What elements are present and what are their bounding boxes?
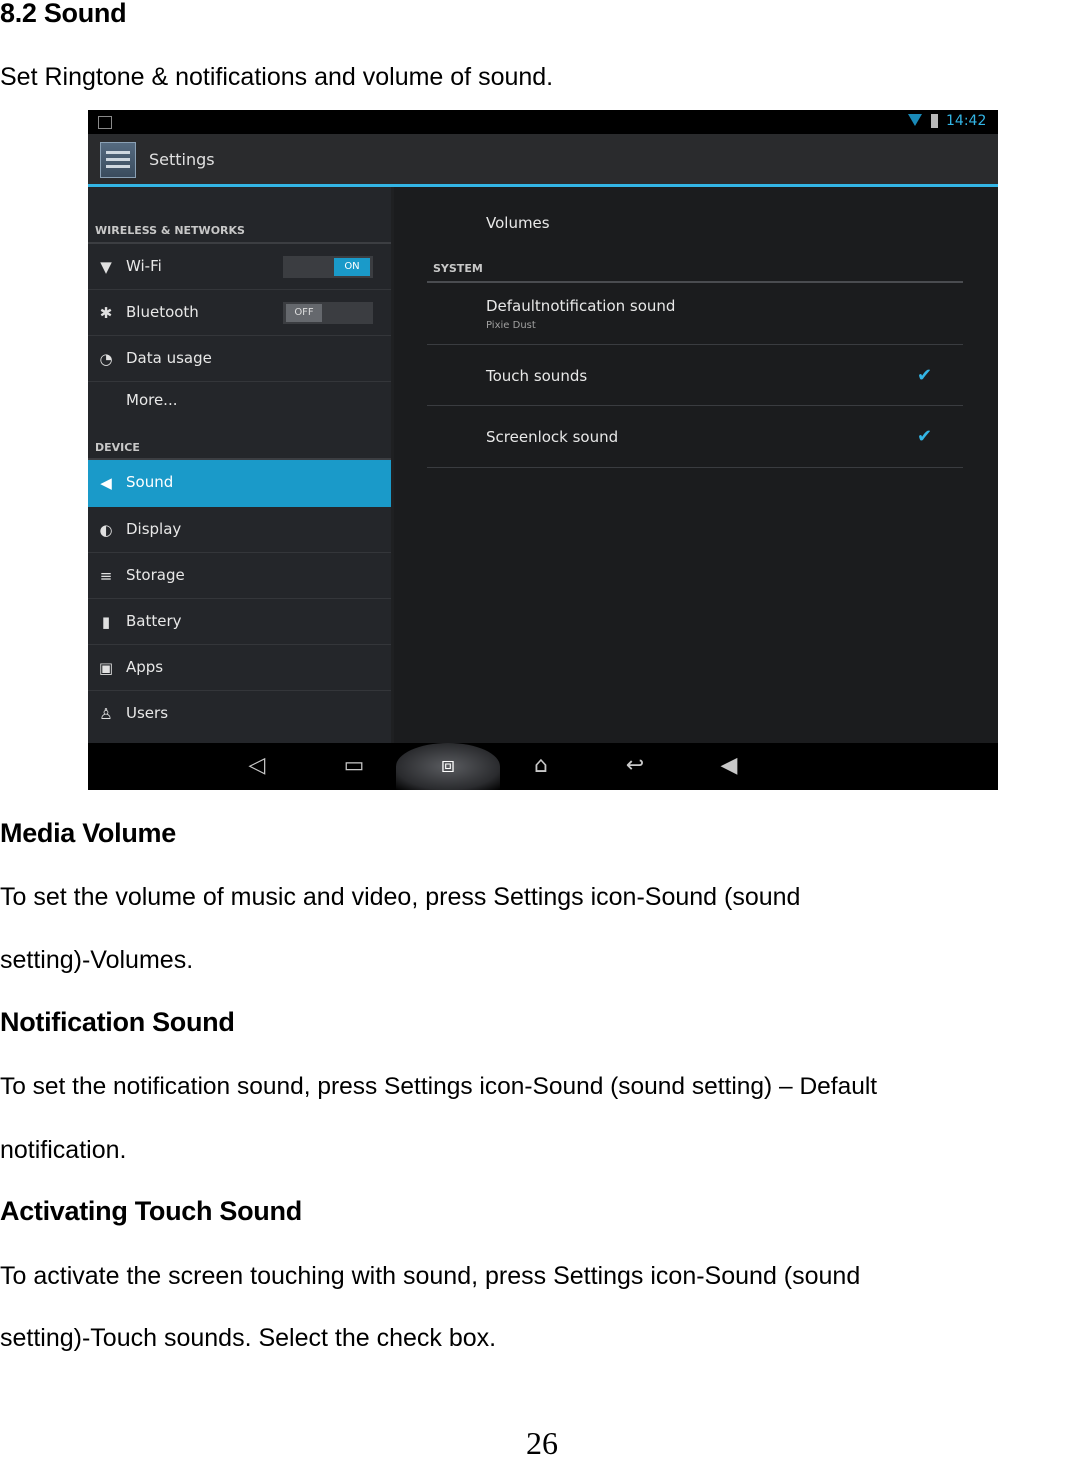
intro-text: Set Ringtone & notifications and volume … (0, 63, 554, 91)
section-title: 8.2 Sound (0, 0, 127, 28)
touch-sound-line-1: To activate the screen touching with sou… (0, 1262, 861, 1290)
menu-item-bluetooth[interactable]: ✱ Bluetooth OFF (88, 290, 391, 336)
volume-down-icon[interactable]: ◁ (241, 751, 273, 781)
apps-icon: ▣ (98, 659, 114, 677)
bluetooth-icon: ✱ (99, 304, 113, 322)
menu-item-apps[interactable]: ▣ Apps (88, 645, 391, 691)
sound-settings-pane: Volumes SYSTEM Defaultnotification sound… (394, 187, 998, 743)
action-bar: Settings (88, 134, 998, 184)
settings-app-icon[interactable] (100, 142, 136, 178)
media-volume-line-1: To set the volume of music and video, pr… (0, 883, 801, 911)
wifi-signal-icon (908, 114, 922, 126)
home-icon[interactable]: ⌂ (525, 751, 557, 781)
menu-label: Wi-Fi (126, 257, 162, 275)
display-icon: ◐ (99, 521, 113, 539)
menu-item-more[interactable]: More... (88, 382, 391, 418)
menu-label: Sound (126, 473, 174, 491)
media-volume-line-2: setting)-Volumes. (0, 946, 194, 974)
notification-icon (98, 116, 112, 129)
back-icon[interactable]: ↩ (619, 751, 651, 781)
menu-label: Display (126, 520, 182, 538)
menu-label: Data usage (126, 349, 212, 367)
menu-item-data-usage[interactable]: ◔ Data usage (88, 336, 391, 382)
notification-sound-line-2: notification. (0, 1136, 127, 1164)
category-divider (427, 281, 963, 283)
touch-sounds-item[interactable]: Touch sounds (486, 367, 587, 385)
settings-menu: WIRELESS & NETWORKS ▼ Wi-Fi ON ✱ Bluetoo… (88, 187, 391, 743)
default-notification-item[interactable]: Defaultnotification sound (486, 297, 675, 315)
default-notification-value: Pixie Dust (486, 320, 536, 331)
storage-icon: ≡ (99, 567, 113, 585)
speaker-icon: ◀ (100, 474, 112, 492)
menu-item-battery[interactable]: ▮ Battery (88, 599, 391, 645)
menu-label: Bluetooth (126, 303, 199, 321)
settings-screenshot: 14:42 Settings WIRELESS & NETWORKS ▼ Wi-… (88, 110, 998, 790)
bluetooth-toggle[interactable]: OFF (283, 302, 373, 324)
wifi-toggle[interactable]: ON (283, 256, 373, 278)
notification-sound-title: Notification Sound (0, 1007, 235, 1037)
volume-up-icon[interactable]: ◀ (713, 751, 745, 781)
battery-icon (931, 114, 938, 128)
toggle-off-label: OFF (286, 304, 322, 322)
page-number: 26 (526, 1425, 558, 1461)
status-bar: 14:42 (88, 110, 998, 134)
menu-item-wifi[interactable]: ▼ Wi-Fi ON (88, 244, 391, 290)
user-icon: ♙ (99, 705, 113, 723)
wifi-icon: ▼ (100, 258, 112, 276)
touch-sounds-checkbox[interactable]: ✔ (917, 367, 935, 385)
row-divider (427, 405, 963, 406)
menu-item-storage[interactable]: ≡ Storage (88, 553, 391, 599)
notification-sound-line-1: To set the notification sound, press Set… (0, 1073, 878, 1100)
screen-lock-sound-item[interactable]: Screenlock sound (486, 428, 618, 446)
data-usage-icon: ◔ (99, 350, 113, 368)
media-volume-title: Media Volume (0, 818, 176, 848)
toggle-on-label: ON (334, 258, 370, 276)
touch-sound-line-2: setting)-Touch sounds. Select the check … (0, 1324, 497, 1352)
recent-apps-icon[interactable]: ⧈ (432, 751, 464, 781)
menu-label: Battery (126, 612, 182, 630)
menu-item-display[interactable]: ◐ Display (88, 507, 391, 553)
menu-label: Users (126, 704, 169, 722)
status-time: 14:42 (946, 113, 987, 129)
screenshot-icon[interactable]: ▭ (338, 751, 370, 781)
touch-sound-title: Activating Touch Sound (0, 1196, 302, 1226)
menu-item-users[interactable]: ♙ Users (88, 691, 391, 737)
row-divider (427, 467, 963, 468)
menu-label: More... (126, 391, 178, 409)
menu-label: Apps (126, 658, 164, 676)
menu-item-sound[interactable]: ◀ Sound (88, 460, 391, 507)
battery-icon: ▮ (101, 613, 111, 631)
app-title: Settings (149, 150, 215, 169)
menu-label: Storage (126, 566, 185, 584)
row-divider (427, 344, 963, 345)
category-device: DEVICE (95, 441, 140, 454)
screen-lock-sound-checkbox[interactable]: ✔ (917, 428, 935, 446)
volumes-item[interactable]: Volumes (486, 214, 550, 232)
category-wireless: WIRELESS & NETWORKS (95, 224, 245, 237)
category-system: SYSTEM (433, 262, 483, 275)
